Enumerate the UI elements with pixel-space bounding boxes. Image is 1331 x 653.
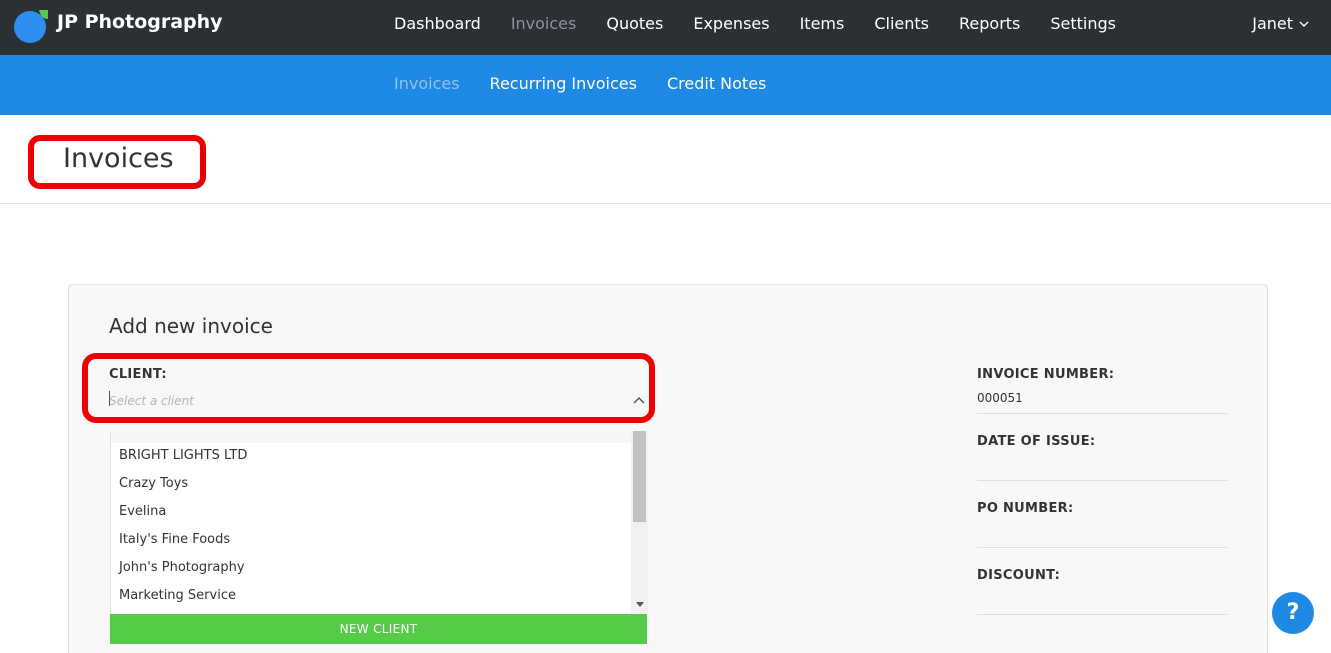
- new-client-button[interactable]: NEW CLIENT: [110, 614, 647, 644]
- user-menu[interactable]: Janet: [1252, 14, 1309, 33]
- client-option[interactable]: BRIGHT LIGHTS LTD: [119, 448, 247, 463]
- sub-navbar: Invoices Recurring Invoices Credit Notes: [0, 55, 1331, 115]
- brand-name[interactable]: JP Photography: [57, 11, 223, 33]
- dropdown-header: [111, 431, 631, 443]
- highlight-box-title: [28, 135, 206, 189]
- client-option[interactable]: Evelina: [119, 504, 166, 519]
- user-name: Janet: [1252, 14, 1293, 33]
- nav-reports[interactable]: Reports: [959, 14, 1020, 33]
- top-navbar: JP Photography Dashboard Invoices Quotes…: [0, 0, 1331, 55]
- po-number-label: PO NUMBER:: [977, 501, 1074, 516]
- nav-quotes[interactable]: Quotes: [606, 14, 663, 33]
- nav-settings[interactable]: Settings: [1050, 14, 1116, 33]
- subnav-invoices[interactable]: Invoices: [394, 74, 460, 93]
- dropdown-scrollbar[interactable]: [631, 431, 648, 614]
- subnav-credit-notes[interactable]: Credit Notes: [667, 74, 766, 93]
- form-title: Add new invoice: [109, 314, 273, 338]
- date-of-issue-label: DATE OF ISSUE:: [977, 434, 1096, 449]
- client-option[interactable]: Crazy Toys: [119, 476, 188, 491]
- po-number-field[interactable]: [977, 547, 1227, 548]
- sub-nav: Invoices Recurring Invoices Credit Notes: [394, 74, 796, 93]
- scroll-down-icon[interactable]: [636, 602, 644, 607]
- client-option[interactable]: Italy's Fine Foods: [119, 532, 230, 547]
- chevron-down-icon: [1299, 21, 1309, 27]
- client-dropdown[interactable]: BRIGHT LIGHTS LTD Crazy Toys Evelina Ita…: [110, 431, 648, 614]
- help-icon[interactable]: ?: [1272, 592, 1314, 634]
- subnav-recurring-invoices[interactable]: Recurring Invoices: [490, 74, 637, 93]
- nav-invoices[interactable]: Invoices: [511, 14, 577, 33]
- scrollbar-thumb[interactable]: [633, 431, 646, 522]
- invoice-number-underline: [977, 413, 1227, 414]
- nav-clients[interactable]: Clients: [874, 14, 929, 33]
- discount-label: DISCOUNT:: [977, 568, 1061, 583]
- client-option[interactable]: John's Photography: [119, 560, 245, 575]
- highlight-box-client: [82, 353, 655, 423]
- invoice-number-value[interactable]: 000051: [977, 391, 1023, 405]
- logo-icon[interactable]: [13, 8, 49, 44]
- divider: [0, 203, 1331, 204]
- invoice-number-label: INVOICE NUMBER:: [977, 367, 1115, 382]
- client-option[interactable]: Marketing Service: [119, 588, 236, 603]
- nav-expenses[interactable]: Expenses: [693, 14, 769, 33]
- main-nav: Dashboard Invoices Quotes Expenses Items…: [394, 14, 1146, 33]
- date-of-issue-field[interactable]: [977, 480, 1227, 481]
- discount-field[interactable]: [977, 614, 1227, 615]
- nav-items[interactable]: Items: [800, 14, 845, 33]
- nav-dashboard[interactable]: Dashboard: [394, 14, 481, 33]
